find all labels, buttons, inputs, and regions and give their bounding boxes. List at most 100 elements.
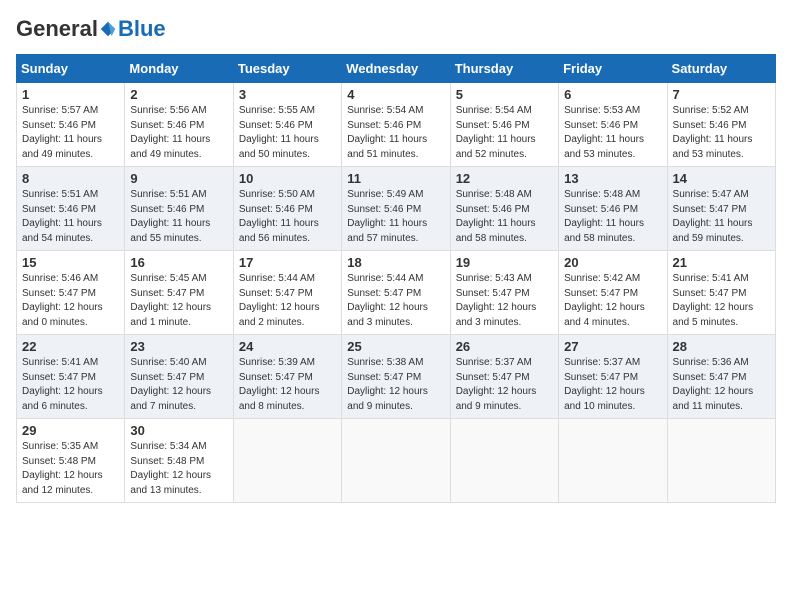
logo-blue-text: Blue [118, 16, 166, 42]
day-number: 26 [456, 339, 553, 354]
calendar-cell: 14Sunrise: 5:47 AM Sunset: 5:47 PM Dayli… [667, 167, 775, 251]
calendar-cell: 10 Sunrise: 5:50 AM Sunset: 5:46 PM Dayli… [233, 167, 341, 251]
calendar-cell: 30Sunrise: 5:34 AM Sunset: 5:48 PM Dayli… [125, 419, 233, 503]
day-info: Sunrise: 5:41 AM Sunset: 5:47 PM Dayligh… [22, 356, 119, 414]
day-number: 2 [130, 87, 227, 102]
calendar-cell: 9 Sunrise: 5:51 AM Sunset: 5:46 PM Daylig… [125, 167, 233, 251]
day-number: 30 [130, 423, 227, 438]
day-number: 27 [564, 339, 661, 354]
day-number: 11 [347, 171, 444, 186]
calendar-cell: 17 Sunrise: 5:44 AM Sunset: 5:47 PM Dayli… [233, 251, 341, 335]
day-number: 17 [239, 255, 336, 270]
week-row-4: 22Sunrise: 5:41 AM Sunset: 5:47 PM Dayli… [17, 335, 776, 419]
day-info: Sunrise: 5:51 AM Sunset: 5:46 PM Dayligh… [130, 188, 227, 246]
day-number: 9 [130, 171, 227, 186]
day-number: 29 [22, 423, 119, 438]
day-number: 10 [239, 171, 336, 186]
day-info: Sunrise: 5:37 AM Sunset: 5:47 PM Dayligh… [564, 356, 661, 414]
week-row-3: 15 Sunrise: 5:46 AM Sunset: 5:47 PM Dayli… [17, 251, 776, 335]
day-info: Sunrise: 5:54 AM Sunset: 5:46 PM Dayligh… [456, 104, 553, 162]
week-row-2: 8Sunrise: 5:51 AM Sunset: 5:46 PM Daylig… [17, 167, 776, 251]
day-number: 18 [347, 255, 444, 270]
day-info: Sunrise: 5:38 AM Sunset: 5:47 PM Dayligh… [347, 356, 444, 414]
calendar-cell: 25 Sunrise: 5:38 AM Sunset: 5:47 PM Dayli… [342, 335, 450, 419]
calendar-cell: 6 Sunrise: 5:53 AM Sunset: 5:46 PM Daylig… [559, 83, 667, 167]
weekday-header-monday: Monday [125, 55, 233, 83]
calendar-cell: 24Sunrise: 5:39 AM Sunset: 5:47 PM Dayli… [233, 335, 341, 419]
calendar-cell: 16 Sunrise: 5:45 AM Sunset: 5:47 PM Dayli… [125, 251, 233, 335]
day-number: 16 [130, 255, 227, 270]
day-number: 23 [130, 339, 227, 354]
calendar-cell: 7 Sunrise: 5:52 AM Sunset: 5:46 PM Daylig… [667, 83, 775, 167]
day-number: 19 [456, 255, 553, 270]
day-info: Sunrise: 5:53 AM Sunset: 5:46 PM Dayligh… [564, 104, 661, 162]
day-number: 13 [564, 171, 661, 186]
calendar-cell: 26 Sunrise: 5:37 AM Sunset: 5:47 PM Dayli… [450, 335, 558, 419]
calendar-cell: 18 Sunrise: 5:44 AM Sunset: 5:47 PM Dayli… [342, 251, 450, 335]
calendar-cell: 22Sunrise: 5:41 AM Sunset: 5:47 PM Dayli… [17, 335, 125, 419]
calendar-cell: 20 Sunrise: 5:42 AM Sunset: 5:47 PM Dayli… [559, 251, 667, 335]
day-info: Sunrise: 5:42 AM Sunset: 5:47 PM Dayligh… [564, 272, 661, 330]
day-number: 21 [673, 255, 770, 270]
day-number: 6 [564, 87, 661, 102]
day-info: Sunrise: 5:40 AM Sunset: 5:47 PM Dayligh… [130, 356, 227, 414]
calendar-cell [342, 419, 450, 503]
day-info: Sunrise: 5:55 AM Sunset: 5:46 PM Dayligh… [239, 104, 336, 162]
day-info: Sunrise: 5:52 AM Sunset: 5:46 PM Dayligh… [673, 104, 770, 162]
day-info: Sunrise: 5:44 AM Sunset: 5:47 PM Dayligh… [239, 272, 336, 330]
weekday-header-tuesday: Tuesday [233, 55, 341, 83]
day-info: Sunrise: 5:35 AM Sunset: 5:48 PM Dayligh… [22, 440, 119, 498]
day-info: Sunrise: 5:49 AM Sunset: 5:46 PM Dayligh… [347, 188, 444, 246]
calendar-cell: 3 Sunrise: 5:55 AM Sunset: 5:46 PM Daylig… [233, 83, 341, 167]
day-info: Sunrise: 5:54 AM Sunset: 5:46 PM Dayligh… [347, 104, 444, 162]
calendar-cell: 5 Sunrise: 5:54 AM Sunset: 5:46 PM Daylig… [450, 83, 558, 167]
calendar-cell: 1 Sunrise: 5:57 AM Sunset: 5:46 PM Daylig… [17, 83, 125, 167]
day-number: 7 [673, 87, 770, 102]
day-number: 14 [673, 171, 770, 186]
weekday-header-wednesday: Wednesday [342, 55, 450, 83]
day-info: Sunrise: 5:44 AM Sunset: 5:47 PM Dayligh… [347, 272, 444, 330]
page-header: General Blue [16, 16, 776, 42]
day-number: 25 [347, 339, 444, 354]
calendar-cell [559, 419, 667, 503]
day-number: 5 [456, 87, 553, 102]
weekday-header-friday: Friday [559, 55, 667, 83]
calendar-cell: 29 Sunrise: 5:35 AM Sunset: 5:48 PM Dayli… [17, 419, 125, 503]
day-number: 20 [564, 255, 661, 270]
weekday-header-thursday: Thursday [450, 55, 558, 83]
logo-general-text: General [16, 16, 98, 42]
calendar-cell: 4 Sunrise: 5:54 AM Sunset: 5:46 PM Daylig… [342, 83, 450, 167]
calendar-cell: 8Sunrise: 5:51 AM Sunset: 5:46 PM Daylig… [17, 167, 125, 251]
calendar-cell [233, 419, 341, 503]
calendar-cell: 27 Sunrise: 5:37 AM Sunset: 5:47 PM Dayli… [559, 335, 667, 419]
logo: General Blue [16, 16, 166, 42]
day-info: Sunrise: 5:57 AM Sunset: 5:46 PM Dayligh… [22, 104, 119, 162]
day-info: Sunrise: 5:56 AM Sunset: 5:46 PM Dayligh… [130, 104, 227, 162]
weekday-header-saturday: Saturday [667, 55, 775, 83]
day-number: 12 [456, 171, 553, 186]
day-info: Sunrise: 5:51 AM Sunset: 5:46 PM Dayligh… [22, 188, 119, 246]
calendar-cell: 15 Sunrise: 5:46 AM Sunset: 5:47 PM Dayli… [17, 251, 125, 335]
day-info: Sunrise: 5:46 AM Sunset: 5:47 PM Dayligh… [22, 272, 119, 330]
calendar-cell: 2 Sunrise: 5:56 AM Sunset: 5:46 PM Daylig… [125, 83, 233, 167]
week-row-5: 29 Sunrise: 5:35 AM Sunset: 5:48 PM Dayli… [17, 419, 776, 503]
day-info: Sunrise: 5:45 AM Sunset: 5:47 PM Dayligh… [130, 272, 227, 330]
weekday-header-sunday: Sunday [17, 55, 125, 83]
week-row-1: 1 Sunrise: 5:57 AM Sunset: 5:46 PM Daylig… [17, 83, 776, 167]
day-info: Sunrise: 5:36 AM Sunset: 5:47 PM Dayligh… [673, 356, 770, 414]
day-number: 1 [22, 87, 119, 102]
day-info: Sunrise: 5:41 AM Sunset: 5:47 PM Dayligh… [673, 272, 770, 330]
day-info: Sunrise: 5:37 AM Sunset: 5:47 PM Dayligh… [456, 356, 553, 414]
weekday-header-row: SundayMondayTuesdayWednesdayThursdayFrid… [17, 55, 776, 83]
calendar-cell: 28 Sunrise: 5:36 AM Sunset: 5:47 PM Dayli… [667, 335, 775, 419]
day-info: Sunrise: 5:48 AM Sunset: 5:46 PM Dayligh… [456, 188, 553, 246]
calendar-cell: 11 Sunrise: 5:49 AM Sunset: 5:46 PM Dayli… [342, 167, 450, 251]
calendar-cell: 19 Sunrise: 5:43 AM Sunset: 5:47 PM Dayli… [450, 251, 558, 335]
day-number: 3 [239, 87, 336, 102]
day-number: 15 [22, 255, 119, 270]
day-info: Sunrise: 5:50 AM Sunset: 5:46 PM Dayligh… [239, 188, 336, 246]
day-number: 28 [673, 339, 770, 354]
day-info: Sunrise: 5:43 AM Sunset: 5:47 PM Dayligh… [456, 272, 553, 330]
calendar-cell [450, 419, 558, 503]
day-number: 4 [347, 87, 444, 102]
